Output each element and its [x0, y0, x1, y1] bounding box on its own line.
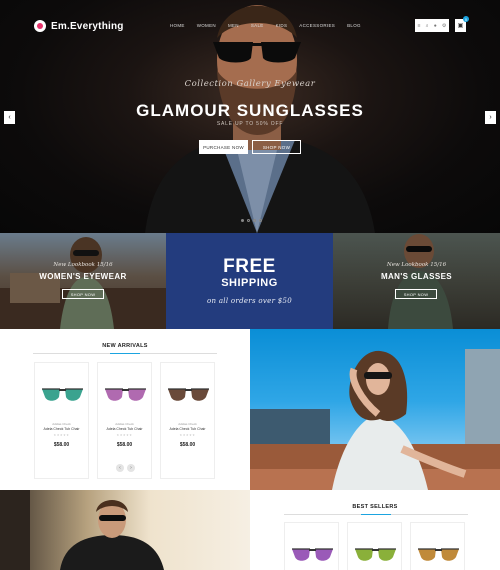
cart-icon: ▣	[457, 23, 464, 29]
product-rating: ★★★★★	[179, 433, 196, 437]
section-divider	[33, 353, 217, 354]
product-rating: ★★★★★	[116, 433, 133, 437]
purchase-now-button[interactable]: PURCHASE NOW	[199, 140, 248, 154]
brand-name: Em.Everything	[51, 20, 124, 32]
nav-item-women[interactable]: WOMEN	[197, 23, 216, 28]
bottom-model-illustration	[0, 490, 164, 570]
free-shipping-line2: SHIPPING	[221, 277, 278, 289]
banner-women-shop-button[interactable]: SHOP NOW	[62, 289, 104, 299]
banner-women-subtitle: New Lookbook 15/16	[53, 262, 113, 268]
slider-dot[interactable]	[253, 219, 256, 222]
product-rating: ★★★★★	[53, 433, 70, 437]
product-card[interactable]	[410, 522, 465, 570]
carousel-next-button[interactable]: ›	[127, 464, 135, 472]
search-icon[interactable]: ⌕	[426, 23, 429, 29]
nav-item-sale[interactable]: SALE	[251, 23, 264, 28]
settings-icon[interactable]: ⚙	[442, 23, 446, 29]
banner-mans-glasses[interactable]: New Lookbook 15/16 MAN'S GLASSES SHOP NO…	[333, 233, 500, 329]
product-name[interactable]: Adela Check Tub Chair	[161, 427, 214, 431]
best-sellers-title: BEST SELLERS	[352, 504, 398, 510]
product-price: $58.00	[53, 442, 70, 448]
free-shipping-line1: FREE	[223, 256, 276, 277]
free-shipping-note: on all orders over $50	[206, 297, 292, 305]
carousel-prev-button[interactable]: ‹	[116, 464, 124, 472]
section-divider-accent	[110, 353, 140, 354]
brand-logo[interactable]: Em.Everything	[34, 20, 124, 32]
banner-womens-image	[0, 237, 166, 329]
sunglasses-image	[418, 548, 459, 561]
new-arrivals-title: NEW ARRIVALS	[102, 343, 148, 349]
slider-prev-button[interactable]: ‹	[4, 111, 15, 124]
banner-women-title: WOMEN'S EYEWEAR	[39, 272, 127, 281]
header-tool-group: ≡ ⌕ ● ⚙	[415, 19, 449, 32]
language-icon[interactable]: ≡	[418, 23, 421, 29]
chevron-left-icon: ‹	[8, 114, 11, 121]
chevron-right-icon: ›	[130, 465, 132, 471]
nav-item-kids[interactable]: KIDS	[276, 23, 288, 28]
lens	[105, 389, 123, 401]
banner-free-shipping: FREE SHIPPING on all orders over $50	[166, 233, 333, 329]
bottom-model-image	[0, 490, 250, 570]
cart-count-badge: 0	[463, 16, 469, 22]
product-price: $58.00	[179, 442, 196, 448]
product-name[interactable]: Adela Check Tub Chair	[35, 427, 88, 431]
product-card[interactable]	[347, 522, 402, 570]
slider-next-button[interactable]: ›	[485, 111, 496, 124]
best-sellers-section: BEST SELLERS	[250, 490, 500, 570]
nav-item-men[interactable]: MEN	[228, 23, 239, 28]
chevron-right-icon: ›	[489, 114, 492, 121]
section-divider-accent	[361, 514, 391, 515]
banner-men-shop-button[interactable]: SHOP NOW	[395, 289, 437, 299]
nav-item-accessories[interactable]: ACCESSORIES	[299, 23, 335, 28]
hero-slider: Em.Everything HOME WOMEN MEN SALE KIDS A…	[0, 0, 500, 233]
sunglasses-image	[355, 548, 396, 561]
hero-title: GLAMOUR SUNGLASSES	[136, 101, 364, 120]
sunglasses-image	[292, 548, 333, 561]
product-card[interactable]: Adidas Check Adela Check Tub Chair ★★★★★…	[34, 362, 89, 479]
nav-item-blog[interactable]: BLOG	[347, 23, 361, 28]
banner-womens-eyewear[interactable]: New Lookbook 15/16 WOMEN'S EYEWEAR SHOP …	[0, 233, 166, 329]
carousel-pager: ‹ ›	[116, 464, 135, 472]
logo-icon	[34, 20, 46, 32]
product-card[interactable]	[284, 522, 339, 570]
lens	[168, 389, 186, 401]
banner-men-title: MAN'S GLASSES	[380, 272, 453, 281]
slider-dot[interactable]	[259, 219, 262, 222]
hero-subtitle: Collection Gallery Eyewear	[184, 79, 316, 89]
lens	[191, 389, 209, 401]
product-card[interactable]: Adidas Check Adela Check Tub Chair ★★★★★…	[160, 362, 215, 479]
slider-dots	[241, 219, 262, 222]
product-card[interactable]: Adidas Check Adela Check Tub Chair ★★★★★…	[97, 362, 152, 479]
product-price: $58.00	[116, 442, 133, 448]
lens	[42, 389, 60, 401]
banner-mens-image	[388, 234, 453, 329]
section-divider	[284, 514, 468, 515]
sunglasses-image	[42, 388, 83, 401]
product-brand: Adidas Check	[52, 422, 71, 426]
slider-dot[interactable]	[247, 219, 250, 222]
page: Em.Everything HOME WOMEN MEN SALE KIDS A…	[0, 0, 500, 570]
product-brand: Adidas Check	[178, 422, 197, 426]
hero-sale-text: SALE UP TO 50% OFF	[216, 121, 284, 127]
sunglasses-image	[168, 388, 209, 401]
header-tools: ≡ ⌕ ● ⚙ ▣ 0	[415, 16, 469, 32]
featured-model-image	[250, 329, 500, 490]
product-brand: Adidas Check	[115, 422, 134, 426]
product-name[interactable]: Adela Check Tub Chair	[98, 427, 151, 431]
user-icon[interactable]: ●	[434, 23, 437, 29]
cart-button[interactable]: ▣ 0	[455, 16, 469, 32]
slider-dot[interactable]	[241, 219, 244, 222]
featured-model-illustration	[250, 349, 500, 490]
shop-now-button[interactable]: SHOP NOW	[252, 140, 301, 154]
banner-men-subtitle: New Lookbook 15/16	[386, 262, 447, 268]
main-nav: HOME WOMEN MEN SALE KIDS ACCESSORIES BLO…	[170, 23, 361, 28]
lens	[65, 389, 83, 401]
chevron-left-icon: ‹	[119, 465, 121, 471]
lens	[128, 389, 146, 401]
new-arrivals-section: NEW ARRIVALS Adidas Check Adela Check Tu…	[0, 329, 250, 490]
nav-item-home[interactable]: HOME	[170, 23, 185, 28]
sunglasses-image	[105, 388, 146, 401]
